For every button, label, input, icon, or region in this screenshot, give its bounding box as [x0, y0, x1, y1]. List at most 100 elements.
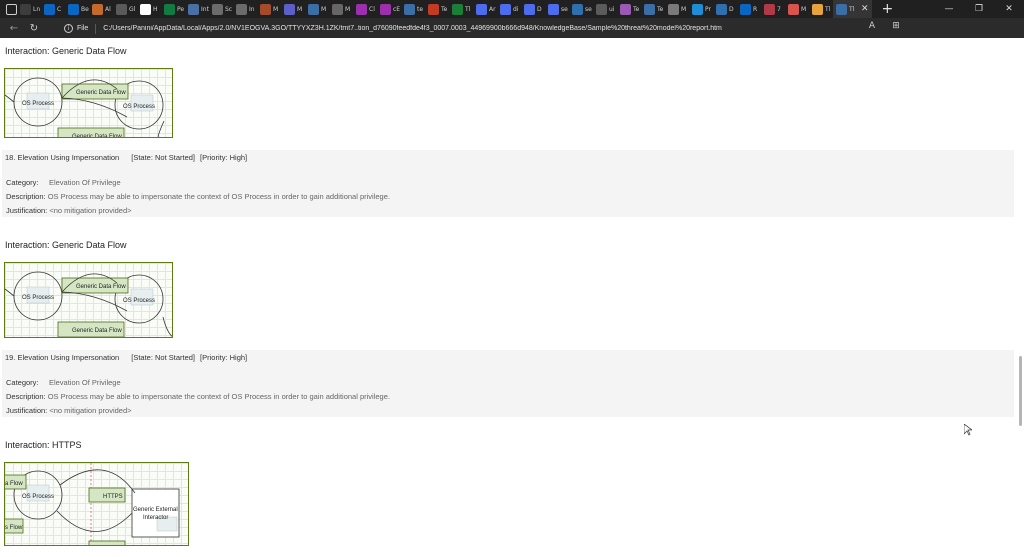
tab-favicon-icon[interactable] [380, 3, 391, 15]
tab-label[interactable]: ui [609, 6, 617, 13]
flow-arrow-right [162, 316, 172, 337]
threat-19-state: [State: Not Started] [131, 353, 196, 362]
flow-label-top: Generic Data Flow [76, 90, 126, 96]
info-icon[interactable]: i [64, 24, 73, 33]
tab-favicon-icon[interactable] [188, 3, 199, 15]
tab-favicon-icon[interactable] [428, 3, 439, 15]
window-menu-icon[interactable] [6, 3, 17, 15]
tab-label[interactable]: Gl [129, 6, 137, 13]
interaction-heading-1: Interaction: Generic Data Flow [5, 46, 127, 56]
tab-label[interactable]: Tl [825, 6, 833, 13]
tab-label[interactable]: Ln [33, 6, 41, 13]
tab-favicon-icon[interactable] [212, 3, 223, 15]
tab-favicon-icon[interactable] [500, 3, 511, 15]
tab-favicon-icon[interactable] [692, 3, 703, 15]
threat-18-block: 18. Elevation Using Impersonation [State:… [2, 150, 1014, 217]
restore-button[interactable]: ❐ [964, 4, 994, 14]
tab-label[interactable]: Te [657, 6, 665, 13]
tab-label[interactable]: M [321, 6, 329, 13]
tab-favicon-icon[interactable] [476, 3, 487, 15]
tab-label[interactable]: M [681, 6, 689, 13]
tab-close-icon[interactable]: ✕ [861, 4, 869, 14]
threat-18-justification: <no mitigation provided> [49, 206, 132, 215]
tab-label[interactable]: Pr [705, 6, 713, 13]
tab-favicon-icon[interactable] [572, 3, 583, 15]
category-label: Category: [6, 178, 39, 187]
tab-label[interactable]: Be [81, 6, 89, 13]
tab-favicon-icon[interactable] [524, 3, 535, 15]
tab-favicon-icon[interactable] [668, 3, 679, 15]
tab-favicon-icon[interactable] [260, 3, 271, 15]
tab-favicon-icon[interactable] [644, 3, 655, 15]
close-window-button[interactable]: ✕ [994, 4, 1024, 14]
tab-favicon-icon[interactable] [140, 3, 151, 15]
tab-favicon-icon[interactable] [620, 3, 631, 15]
tab-label[interactable]: Int [201, 6, 209, 13]
tab-label[interactable]: Ar [489, 6, 497, 13]
tab-favicon-icon[interactable] [68, 3, 79, 15]
dfd-diagram-2: OS Process OS Process Generic Data Flow … [5, 271, 172, 337]
url-text[interactable]: C:/Users/Panini/AppData/Local/Apps/2.0/N… [103, 25, 722, 32]
new-tab-button[interactable]: + [882, 1, 894, 17]
tab-favicon-icon[interactable] [92, 3, 103, 15]
tab-label[interactable]: M [345, 6, 353, 13]
tab-favicon-icon[interactable] [332, 3, 343, 15]
tab-favicon-icon[interactable] [740, 3, 751, 15]
tab-favicon-icon[interactable] [164, 3, 175, 15]
threat-19-category: Elevation Of Privilege [48, 378, 121, 387]
tab-favicon-icon[interactable] [116, 3, 127, 15]
tab-favicon-icon[interactable] [716, 3, 727, 15]
tab-label[interactable]: M [297, 6, 305, 13]
tab-label[interactable]: M [273, 6, 281, 13]
tab-favicon-icon[interactable] [44, 3, 55, 15]
tab-favicon-icon[interactable] [308, 3, 319, 15]
tab-label[interactable]: cE [393, 6, 401, 13]
external-interactor-label-2: Interactor [143, 515, 168, 521]
tab-label[interactable]: M [801, 6, 809, 13]
tab-label[interactable]: Al [105, 6, 113, 13]
tab-label[interactable]: In [249, 6, 257, 13]
tab-active[interactable]: Tl ✕ [833, 0, 872, 18]
tab-label[interactable]: Pe [177, 6, 185, 13]
back-button[interactable]: ← [4, 23, 24, 34]
flow-label-left-top: a Flow [5, 481, 23, 487]
tab-label[interactable]: D [537, 6, 545, 13]
tab-label[interactable]: R [753, 6, 761, 13]
tab-favicon-icon[interactable] [284, 3, 295, 15]
tab-favicon-icon[interactable] [20, 3, 31, 15]
tab-favicon-icon[interactable] [404, 3, 415, 15]
tab-label[interactable]: Te [633, 6, 641, 13]
read-aloud-icon[interactable]: A [860, 21, 884, 31]
tab-favicon-icon[interactable] [812, 3, 823, 15]
tab-label[interactable]: C [57, 6, 65, 13]
tab-favicon-icon[interactable] [596, 3, 607, 15]
threat-18-category-row: Category: Elevation Of Privilege [6, 178, 121, 187]
tab-label[interactable]: Tl [465, 6, 473, 13]
os-process-label-right: OS Process [123, 104, 155, 110]
tab-label[interactable]: Te [441, 6, 449, 13]
justification-label: Justification: [6, 406, 48, 415]
refresh-button[interactable]: ↻ [24, 23, 44, 34]
tab-label[interactable]: te [417, 6, 425, 13]
tab-favicon-icon[interactable] [236, 3, 247, 15]
tab-label[interactable]: H [153, 6, 161, 13]
minimize-button[interactable]: — [934, 4, 964, 14]
tab-label[interactable]: 7 [777, 6, 785, 13]
file-label: File [77, 25, 89, 32]
tab-favicon-icon[interactable] [764, 3, 775, 15]
tab-label[interactable]: Cl [369, 6, 377, 13]
https-label-box-bottom[interactable] [88, 540, 126, 546]
tab-label[interactable]: di [513, 6, 521, 13]
tab-label[interactable]: se [585, 6, 593, 13]
tab-favicon-icon[interactable] [452, 3, 463, 15]
tab-favicon-icon[interactable] [548, 3, 559, 15]
vertical-scrollbar[interactable] [1018, 40, 1022, 557]
scrollbar-thumb[interactable] [1019, 356, 1022, 426]
tab-favicon-icon[interactable] [788, 3, 799, 15]
url-field[interactable]: i File C:/Users/Panini/AppData/Local/App… [58, 21, 898, 36]
tab-label[interactable]: Sc [225, 6, 233, 13]
app-available-icon[interactable]: ⊞ [884, 21, 908, 31]
tab-label[interactable]: se [561, 6, 569, 13]
tab-favicon-icon[interactable] [356, 3, 367, 15]
tab-label[interactable]: D [729, 6, 737, 13]
